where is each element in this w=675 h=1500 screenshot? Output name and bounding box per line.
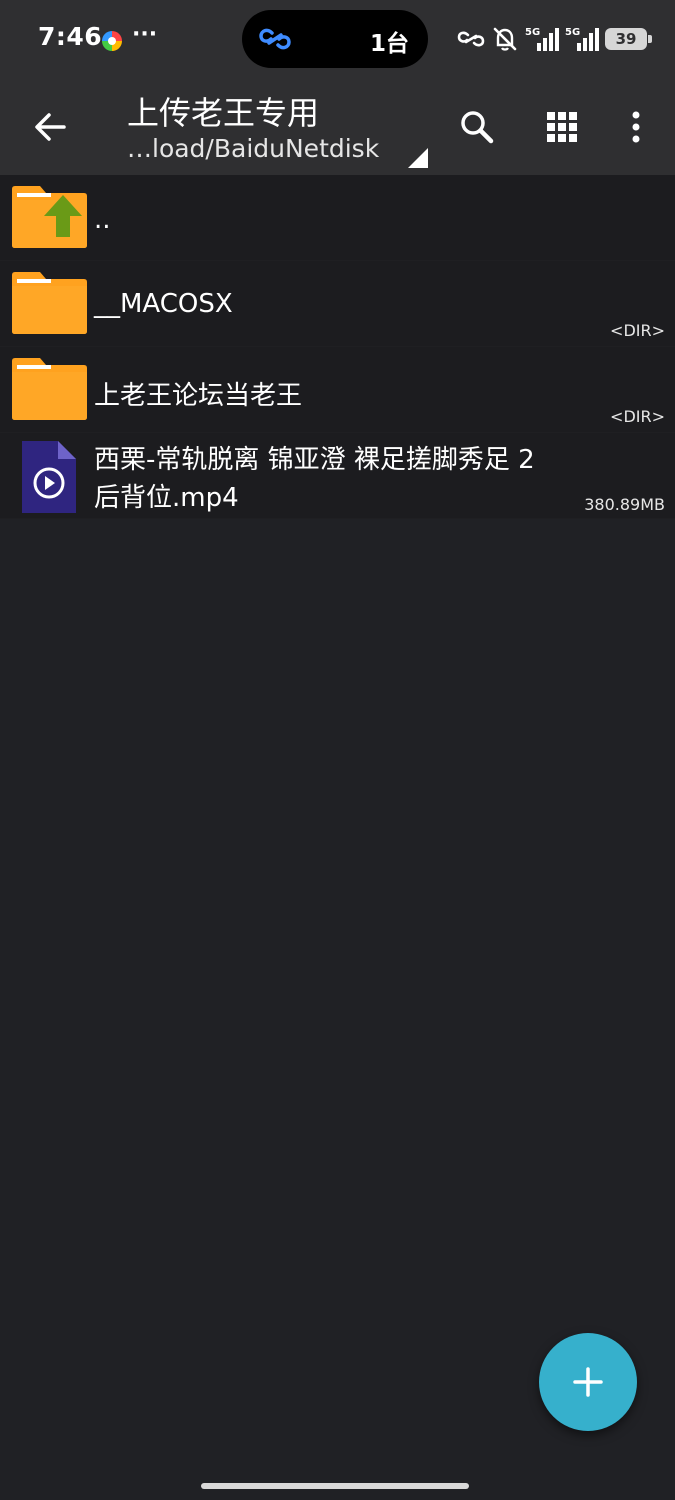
app-toolbar: 上传老王专用 …load/BaiduNetdisk <box>0 80 675 175</box>
file-meta: <DIR> <box>610 407 665 426</box>
more-notifications-indicator: ··· <box>132 22 158 47</box>
overflow-menu-icon <box>632 111 640 143</box>
video-file-icon <box>22 441 76 513</box>
status-bar: 7:46 ··· 1台 5G 5G 39 <box>0 0 675 80</box>
mute-bell-icon <box>493 27 517 51</box>
folder-icon <box>12 358 87 420</box>
app-notification-icon <box>102 31 122 51</box>
file-name: 上老王论坛当老王 <box>94 381 303 411</box>
battery-icon: 39 <box>605 28 652 50</box>
file-list: .. __MACOSX <DIR> 上老王论坛当老王 <DIR> 西栗-常轨脱离… <box>0 175 675 519</box>
file-name: .. <box>94 205 111 235</box>
island-device-count: 1台 <box>370 31 410 57</box>
link-icon <box>259 28 291 50</box>
back-arrow-icon <box>35 113 66 141</box>
clock: 7:46 <box>38 22 103 51</box>
network-type-label-2: 5G <box>565 27 580 38</box>
network-type-label-1: 5G <box>525 27 540 38</box>
search-icon <box>461 111 494 144</box>
system-status-icons: 5G 5G 39 <box>457 24 652 54</box>
search-button[interactable] <box>454 104 500 150</box>
file-name: __MACOSX <box>94 289 233 319</box>
overflow-menu-button[interactable] <box>613 104 659 150</box>
signal-icon-1: 5G <box>525 27 559 51</box>
folder-icon <box>12 272 87 334</box>
parent-folder-up-icon <box>12 186 87 248</box>
link-status-icon <box>457 31 485 47</box>
plus-icon <box>573 1367 603 1397</box>
grid-view-icon <box>547 112 577 142</box>
file-name-line-1: 西栗-常轨脱离 锦亚澄 裸足搓脚秀足 2 <box>94 445 535 475</box>
home-indicator[interactable] <box>201 1483 469 1489</box>
list-item-video[interactable]: 西栗-常轨脱离 锦亚澄 裸足搓脚秀足 2 后背位.mp4 380.89MB <box>0 433 675 519</box>
file-size: 380.89MB <box>584 495 665 514</box>
current-path[interactable]: …load/BaiduNetdisk <box>127 134 379 163</box>
list-item-folder[interactable]: 上老王论坛当老王 <DIR> <box>0 347 675 433</box>
file-name-line-2: 后背位.mp4 <box>94 483 239 513</box>
file-meta: <DIR> <box>610 321 665 340</box>
folder-title: 上传老王专用 <box>127 94 320 132</box>
battery-level: 39 <box>615 30 637 48</box>
back-button[interactable] <box>28 104 74 150</box>
path-dropdown-icon[interactable] <box>408 148 428 168</box>
grid-view-button[interactable] <box>539 104 585 150</box>
signal-icon-2: 5G <box>565 27 599 51</box>
list-item-parent[interactable]: .. <box>0 175 675 261</box>
list-item-folder[interactable]: __MACOSX <DIR> <box>0 261 675 347</box>
add-button[interactable] <box>539 1333 637 1431</box>
